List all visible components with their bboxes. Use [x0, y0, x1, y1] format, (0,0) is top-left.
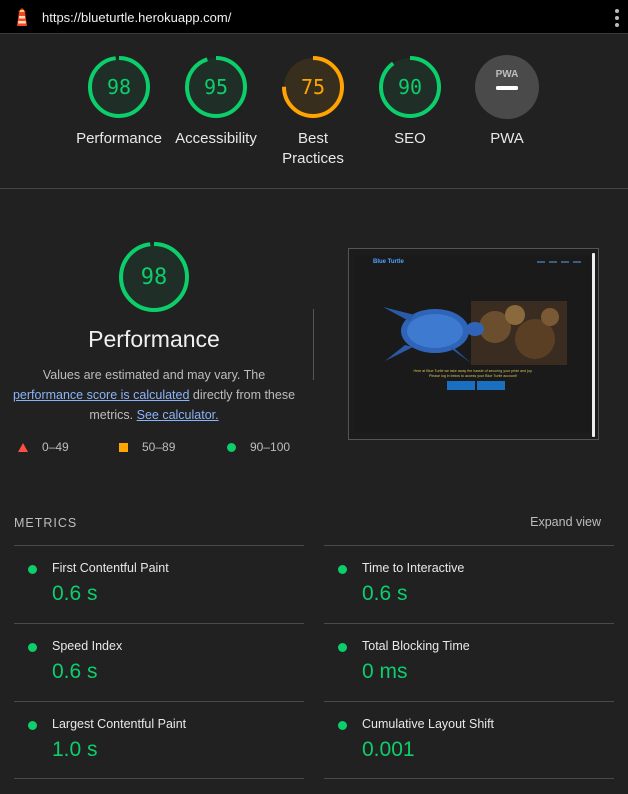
turtle-banner-image: [383, 301, 567, 365]
metrics-bottom-divider: [324, 778, 614, 779]
metric-value: 0.6 s: [52, 582, 98, 605]
kebab-menu-icon[interactable]: [614, 9, 620, 27]
pwa-badge-icon: PWA: [475, 55, 539, 119]
gauge-performance[interactable]: 98 Performance: [69, 54, 169, 149]
pass-circle-icon: [28, 643, 37, 652]
pass-circle-icon: [338, 721, 347, 730]
gauge-label: PWA: [490, 130, 524, 147]
see-calculator-link[interactable]: See calculator.: [137, 408, 219, 422]
page-screenshot[interactable]: Blue Turtle Here at Blue Turtle we take …: [348, 248, 599, 440]
page-url: https://blueturtle.herokuapp.com/: [42, 10, 232, 25]
screenshot-nav: [537, 261, 581, 263]
performance-summary: 98 Performance Values are estimated and …: [0, 240, 308, 425]
metric-item: Cumulative Layout Shift 0.001: [324, 701, 614, 780]
vertical-divider: [313, 309, 314, 380]
screenshot-content: Blue Turtle Here at Blue Turtle we take …: [355, 255, 591, 433]
metric-title: Time to Interactive: [362, 561, 465, 575]
metric-value: 0 ms: [362, 660, 408, 683]
gauge-label: SEO: [394, 130, 426, 147]
gauge-score: 95: [203, 75, 229, 99]
legend-range: 90–100: [250, 440, 291, 454]
pass-circle-icon: [338, 565, 347, 574]
metric-title: Largest Contentful Paint: [52, 717, 187, 731]
metric-item: First Contentful Paint 0.6 s: [14, 545, 304, 624]
legend-pass: 90–100: [227, 440, 290, 454]
pwa-badge-text: PWA: [496, 69, 519, 80]
screenshot-button: [477, 381, 505, 390]
gauge-score: 90: [397, 75, 423, 99]
gauge-best-practices[interactable]: 75 Best Practices: [263, 54, 363, 169]
metric-value: 1.0 s: [52, 738, 98, 761]
screenshot-brand: Blue Turtle: [373, 259, 404, 265]
screenshot-button: [447, 381, 475, 390]
expand-view-button[interactable]: Expand view: [530, 515, 601, 529]
metrics-bottom-divider: [14, 778, 304, 779]
legend-average: 50–89: [119, 440, 175, 454]
metric-item: Largest Contentful Paint 1.0 s: [14, 701, 304, 780]
screenshot-text: Here at Blue Turtle we take away the has…: [413, 369, 533, 378]
metrics-heading: METRICS: [14, 516, 78, 530]
pass-circle-icon: [28, 565, 37, 574]
gauge-score: 75: [300, 75, 326, 99]
metric-item: Speed Index 0.6 s: [14, 623, 304, 702]
metric-title: Speed Index: [52, 639, 123, 653]
category-gauges: 98 Performance 95 Accessibility 75 Best …: [0, 34, 628, 188]
metric-title: First Contentful Paint: [52, 561, 169, 575]
lighthouse-icon: [17, 8, 27, 26]
section-divider: [0, 188, 628, 189]
performance-title: Performance: [88, 326, 220, 352]
metric-value: 0.6 s: [52, 660, 98, 683]
metric-title: Cumulative Layout Shift: [362, 717, 495, 731]
score-calculated-link[interactable]: performance score is calculated: [13, 388, 189, 402]
pass-circle-icon: [338, 643, 347, 652]
gauge-label: Performance: [76, 130, 162, 147]
metric-value: 0.6 s: [362, 582, 408, 605]
screenshot-scrollbar: [592, 253, 595, 437]
gauge-pwa[interactable]: PWA PWA: [457, 54, 557, 149]
gauge-seo[interactable]: 90 SEO: [360, 54, 460, 149]
metric-value: 0.001: [362, 738, 415, 761]
gauge-score: 98: [106, 75, 132, 99]
legend-range: 0–49: [42, 440, 69, 454]
metric-title: Total Blocking Time: [362, 639, 470, 653]
gauge-label: Best Practices: [282, 130, 344, 167]
performance-score: 98: [140, 264, 168, 290]
pass-circle-icon: [227, 442, 236, 452]
fail-triangle-icon: [18, 442, 28, 452]
metric-item: Total Blocking Time 0 ms: [324, 623, 614, 702]
desc-text-1: Values are estimated and may vary. The: [42, 368, 266, 382]
metric-item: Time to Interactive 0.6 s: [324, 545, 614, 624]
performance-description: Values are estimated and may vary. The p…: [9, 365, 299, 425]
gauge-accessibility[interactable]: 95 Accessibility: [166, 54, 266, 149]
legend-range: 50–89: [142, 440, 176, 454]
pass-circle-icon: [28, 721, 37, 730]
average-square-icon: [119, 442, 128, 452]
gauge-label: Accessibility: [175, 130, 257, 147]
legend-fail: 0–49: [18, 440, 69, 454]
top-bar: https://blueturtle.herokuapp.com/: [0, 0, 628, 34]
